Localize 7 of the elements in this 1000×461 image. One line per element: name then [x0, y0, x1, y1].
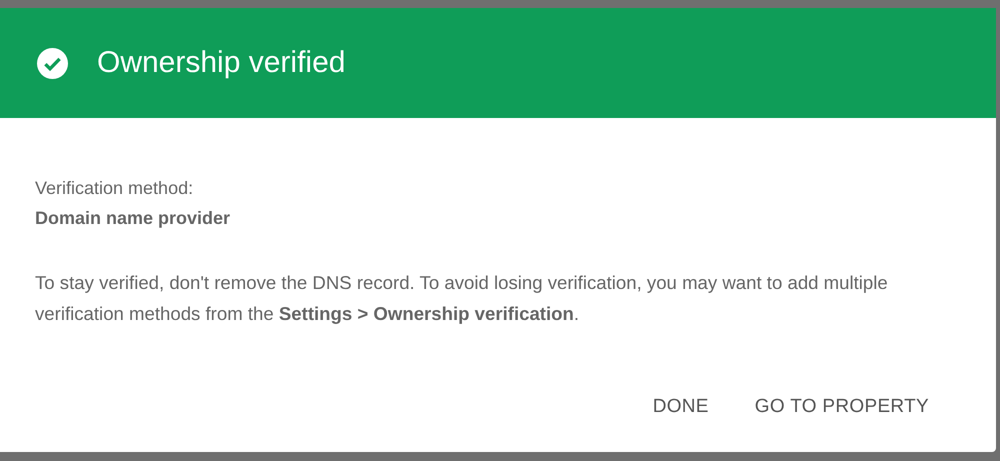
message-text: To stay verified, don't remove the DNS record. To avoid losing verification, you may want to add multiple verification methods from the Settings > Ownership verification.: [35, 271, 889, 326]
check-circle-icon: [37, 48, 68, 78]
method-value: Domain name provider: [35, 207, 232, 230]
dialog-title: Ownership verified: [97, 46, 346, 80]
dialog-button[interactable]: DONE: [636, 388, 725, 426]
dialog-button[interactable]: GO TO PROPERTY: [738, 388, 945, 426]
method-label: Verification method:: [35, 177, 194, 200]
